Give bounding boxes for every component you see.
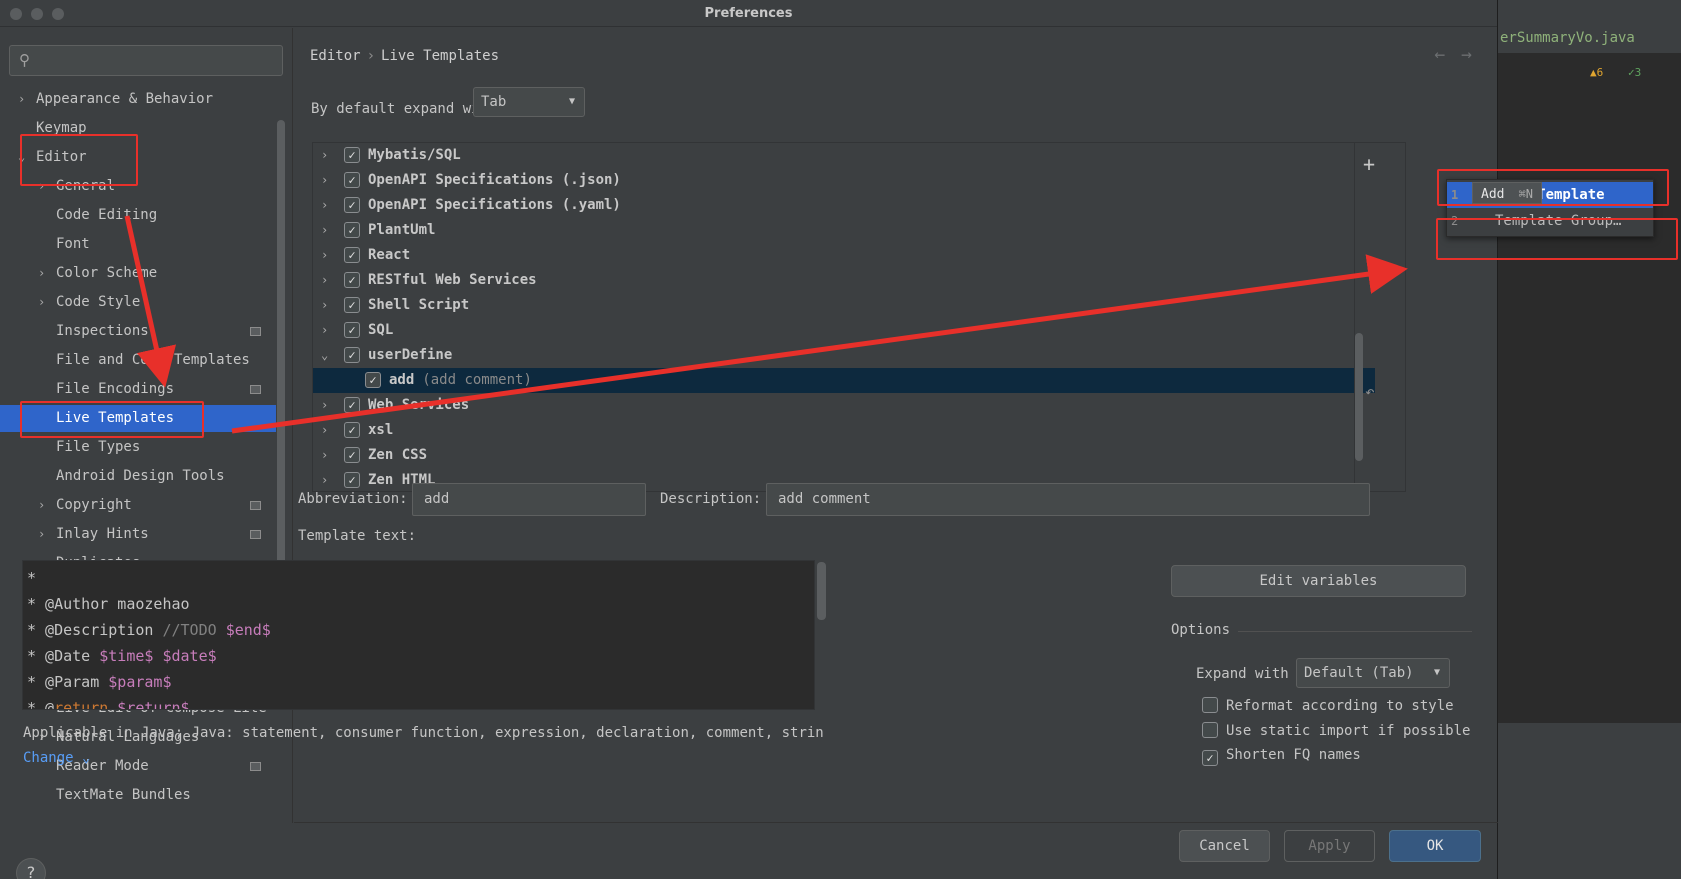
- annotation-arrows: [124, 215, 1408, 434]
- annotation-arrow-down: [124, 215, 177, 388]
- annotation-arrow-right: [231, 254, 1408, 434]
